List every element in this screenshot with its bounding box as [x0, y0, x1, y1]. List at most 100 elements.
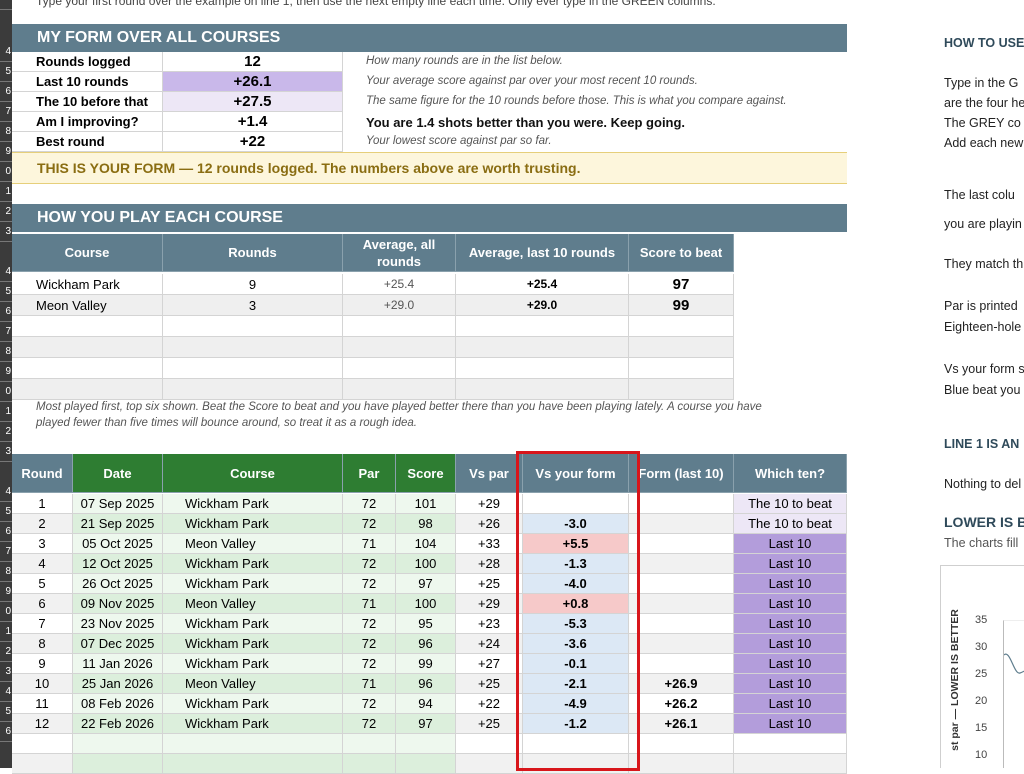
row-number: 7 [0, 322, 12, 342]
round-cell-score[interactable] [396, 754, 456, 774]
round-cell-vspar: +26 [456, 514, 523, 534]
round-cell-course[interactable]: Wickham Park [163, 654, 343, 674]
round-cell-course[interactable] [163, 754, 343, 774]
round-cell-last10 [629, 514, 734, 534]
course-cell [12, 379, 163, 400]
row-number: 2 [0, 202, 12, 222]
round-cell-date[interactable]: 11 Jan 2026 [73, 654, 163, 674]
row-number: 4 [0, 482, 12, 502]
round-cell-vspar: +22 [456, 694, 523, 714]
round-cell-vspar: +33 [456, 534, 523, 554]
round-cell-score[interactable]: 95 [396, 614, 456, 634]
round-cell-score[interactable]: 94 [396, 694, 456, 714]
round-cell-date[interactable]: 09 Nov 2025 [73, 594, 163, 614]
round-cell-date[interactable]: 05 Oct 2025 [73, 534, 163, 554]
row-number: 6 [0, 302, 12, 322]
row-number: 9 [0, 582, 12, 602]
chart-line [1004, 653, 1024, 674]
round-cell-course[interactable]: Wickham Park [163, 494, 343, 514]
round-cell-course[interactable] [163, 734, 343, 754]
round-cell-date[interactable] [73, 734, 163, 754]
round-cell-par[interactable]: 72 [343, 554, 396, 574]
round-cell-par[interactable]: 72 [343, 714, 396, 734]
course-cell [343, 379, 456, 400]
round-cell-score[interactable] [396, 734, 456, 754]
course-cell: Meon Valley [12, 295, 163, 316]
round-cell-course[interactable]: Meon Valley [163, 674, 343, 694]
round-cell-par[interactable]: 72 [343, 614, 396, 634]
round-cell-date[interactable]: 21 Sep 2025 [73, 514, 163, 534]
round-cell-ten: Last 10 [734, 654, 847, 674]
round-cell-par[interactable] [343, 754, 396, 774]
round-cell-score[interactable]: 104 [396, 534, 456, 554]
round-cell-score[interactable]: 97 [396, 714, 456, 734]
row-number: 4 [0, 262, 12, 282]
help-p5-line2: Blue beat you [944, 383, 1021, 397]
round-cell-par[interactable]: 72 [343, 514, 396, 534]
round-cell-score[interactable]: 99 [396, 654, 456, 674]
round-cell-ten [734, 754, 847, 774]
round-cell-date[interactable]: 07 Sep 2025 [73, 494, 163, 514]
round-cell-score[interactable]: 100 [396, 554, 456, 574]
form-note: You are 1.4 shots better than you were. … [366, 115, 686, 130]
round-cell-course[interactable]: Meon Valley [163, 534, 343, 554]
round-cell-last10 [629, 654, 734, 674]
round-cell-last10 [629, 754, 734, 774]
course-cell [163, 316, 343, 337]
round-cell-date[interactable]: 07 Dec 2025 [73, 634, 163, 654]
round-cell-date[interactable]: 25 Jan 2026 [73, 674, 163, 694]
round-cell-date[interactable]: 23 Nov 2025 [73, 614, 163, 634]
round-col-header: Form (last 10) [629, 454, 734, 493]
vs-form-callout [516, 451, 640, 771]
round-cell-score[interactable]: 96 [396, 634, 456, 654]
course-cell [12, 358, 163, 379]
round-cell-course[interactable]: Wickham Park [163, 714, 343, 734]
round-cell-course[interactable]: Wickham Park [163, 554, 343, 574]
round-cell-date[interactable]: 22 Feb 2026 [73, 714, 163, 734]
courses-note-line1: Most played first, top six shown. Beat t… [36, 401, 762, 413]
round-cell-course[interactable]: Wickham Park [163, 514, 343, 534]
round-cell-date[interactable]: 12 Oct 2025 [73, 554, 163, 574]
row-number: 2 [0, 642, 12, 662]
round-cell-date[interactable]: 26 Oct 2025 [73, 574, 163, 594]
course-col-header: Average, last 10 rounds [456, 234, 629, 272]
course-cell [343, 316, 456, 337]
round-cell-course[interactable]: Meon Valley [163, 594, 343, 614]
form-label: Best round [12, 132, 163, 152]
round-cell-course[interactable]: Wickham Park [163, 634, 343, 654]
form-note: The same figure for the 10 rounds before… [366, 95, 787, 107]
round-cell-par[interactable]: 72 [343, 574, 396, 594]
round-col-header: Date [73, 454, 163, 493]
course-cell [629, 316, 734, 337]
round-cell-par[interactable]: 72 [343, 694, 396, 714]
round-cell-vspar: +23 [456, 614, 523, 634]
round-cell-course[interactable]: Wickham Park [163, 614, 343, 634]
round-cell-ten: The 10 to beat [734, 494, 847, 514]
round-cell-par[interactable]: 72 [343, 494, 396, 514]
round-cell-ten: Last 10 [734, 574, 847, 594]
round-cell-par[interactable] [343, 734, 396, 754]
round-cell-score[interactable]: 96 [396, 674, 456, 694]
round-cell-vspar: +25 [456, 674, 523, 694]
round-cell-par[interactable]: 71 [343, 534, 396, 554]
form-label: The 10 before that [12, 92, 163, 112]
round-cell-score[interactable]: 100 [396, 594, 456, 614]
round-cell-par[interactable]: 72 [343, 654, 396, 674]
round-cell-par[interactable]: 71 [343, 674, 396, 694]
round-cell-score[interactable]: 101 [396, 494, 456, 514]
course-cell [12, 316, 163, 337]
round-cell-date[interactable] [73, 754, 163, 774]
round-cell-n: 12 [12, 714, 73, 734]
round-cell-score[interactable]: 97 [396, 574, 456, 594]
round-cell-ten: Last 10 [734, 694, 847, 714]
round-cell-course[interactable]: Wickham Park [163, 574, 343, 594]
round-cell-par[interactable]: 72 [343, 634, 396, 654]
round-cell-vspar: +25 [456, 574, 523, 594]
row-number: 0 [0, 382, 12, 402]
row-number: 6 [0, 522, 12, 542]
round-cell-score[interactable]: 98 [396, 514, 456, 534]
round-cell-par[interactable]: 71 [343, 594, 396, 614]
round-cell-course[interactable]: Wickham Park [163, 694, 343, 714]
round-cell-date[interactable]: 08 Feb 2026 [73, 694, 163, 714]
chart-y-tick: 15 [975, 722, 988, 734]
